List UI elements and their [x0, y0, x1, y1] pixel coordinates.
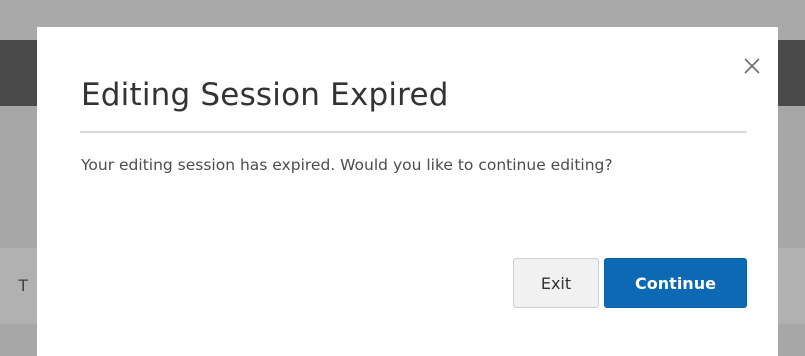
background-partial-text: T — [18, 276, 29, 295]
continue-button[interactable]: Continue — [604, 258, 747, 308]
close-icon — [744, 58, 760, 74]
title-divider — [80, 131, 747, 133]
close-button[interactable] — [742, 56, 762, 76]
dialog-title: Editing Session Expired — [81, 77, 449, 113]
dialog-message: Your editing session has expired. Would … — [81, 156, 613, 174]
session-expired-dialog: Editing Session Expired Your editing ses… — [37, 27, 778, 356]
exit-button[interactable]: Exit — [513, 258, 599, 308]
